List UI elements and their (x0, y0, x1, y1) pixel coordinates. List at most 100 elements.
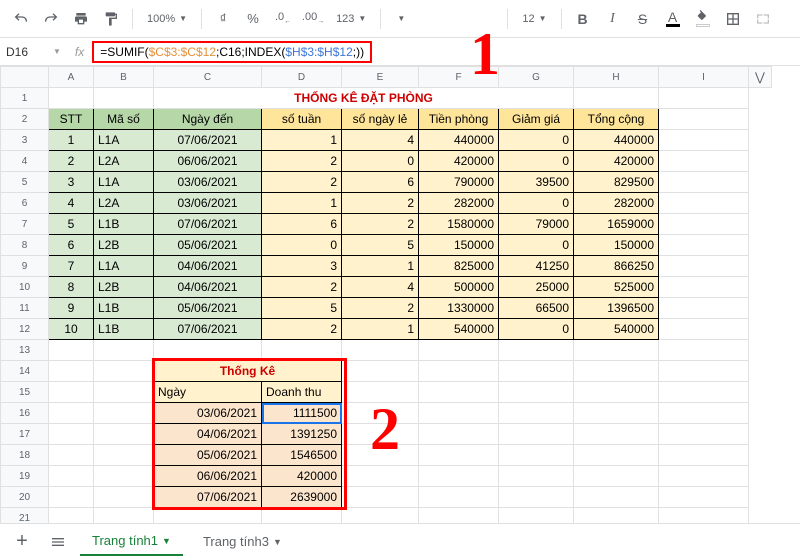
row-header[interactable]: 14 (1, 361, 49, 382)
paint-format-button[interactable] (98, 6, 124, 32)
cell[interactable]: 500000 (419, 277, 499, 298)
cell[interactable]: 2 (342, 193, 419, 214)
cell[interactable]: 2 (342, 298, 419, 319)
row-header[interactable]: 19 (1, 466, 49, 487)
cell[interactable]: 0 (499, 235, 574, 256)
cell[interactable]: 3 (49, 172, 94, 193)
header-cell[interactable]: Tổng cộng (574, 109, 659, 130)
cell[interactable]: 282000 (574, 193, 659, 214)
cell[interactable]: 1580000 (419, 214, 499, 235)
strikethrough-button[interactable]: S (630, 6, 656, 32)
title-cell[interactable]: THỐNG KÊ ĐẶT PHÒNG (154, 88, 574, 109)
header-cell[interactable]: Mã số (94, 109, 154, 130)
row-header[interactable]: 15 (1, 382, 49, 403)
cell[interactable]: 525000 (574, 277, 659, 298)
tk-cell[interactable]: 2639000 (262, 487, 342, 508)
tk-cell[interactable]: 06/06/2021 (154, 466, 262, 487)
cell[interactable]: 4 (342, 277, 419, 298)
cell[interactable]: 0 (499, 319, 574, 340)
cell[interactable]: 1 (49, 130, 94, 151)
all-sheets-button[interactable] (44, 528, 72, 556)
cell[interactable]: 05/06/2021 (154, 235, 262, 256)
decrease-decimal-button[interactable]: .0← (270, 6, 296, 32)
cell[interactable]: 150000 (419, 235, 499, 256)
row-header[interactable]: 13 (1, 340, 49, 361)
spreadsheet-grid[interactable]: A B C D E F G H I ⋁ 1THỐNG KÊ ĐẶT PHÒNG … (0, 66, 800, 526)
cell[interactable]: 5 (342, 235, 419, 256)
cell[interactable]: 6 (262, 214, 342, 235)
cell[interactable]: 440000 (419, 130, 499, 151)
cell[interactable]: 8 (49, 277, 94, 298)
cell[interactable]: 9 (49, 298, 94, 319)
cell[interactable]: L2B (94, 277, 154, 298)
cell[interactable]: 79000 (499, 214, 574, 235)
header-cell[interactable]: Tiền phòng (419, 109, 499, 130)
cell[interactable]: 7 (49, 256, 94, 277)
tk-cell[interactable]: 04/06/2021 (154, 424, 262, 445)
fill-color-button[interactable] (690, 6, 716, 32)
cell[interactable]: 420000 (574, 151, 659, 172)
cell[interactable]: 1659000 (574, 214, 659, 235)
cell[interactable]: 2 (342, 214, 419, 235)
cell[interactable]: 1 (262, 193, 342, 214)
header-cell[interactable]: Giảm giá (499, 109, 574, 130)
name-box[interactable]: D16 (0, 45, 47, 59)
cell[interactable]: L1A (94, 130, 154, 151)
italic-button[interactable]: I (600, 6, 626, 32)
row-header[interactable]: 20 (1, 487, 49, 508)
cell[interactable]: 0 (499, 151, 574, 172)
cell[interactable]: L1B (94, 298, 154, 319)
cell[interactable]: 66500 (499, 298, 574, 319)
cell[interactable]: 825000 (419, 256, 499, 277)
header-cell[interactable]: STT (49, 109, 94, 130)
cell[interactable]: 1330000 (419, 298, 499, 319)
tk-header-cell[interactable]: Ngày (154, 382, 262, 403)
cell[interactable]: 1 (342, 319, 419, 340)
row-header[interactable]: 12 (1, 319, 49, 340)
cell[interactable]: L2A (94, 193, 154, 214)
cell[interactable]: 440000 (574, 130, 659, 151)
row-header[interactable]: 4 (1, 151, 49, 172)
add-sheet-button[interactable]: + (8, 528, 36, 556)
tk-header-cell[interactable]: Doanh thu (262, 382, 342, 403)
cell[interactable]: 150000 (574, 235, 659, 256)
cell[interactable]: 2 (262, 277, 342, 298)
cell[interactable]: 04/06/2021 (154, 277, 262, 298)
tk-cell[interactable]: 1391250 (262, 424, 342, 445)
col-header[interactable]: F (419, 67, 499, 88)
cell[interactable]: 5 (262, 298, 342, 319)
merge-button[interactable] (750, 6, 776, 32)
cell[interactable]: 1 (342, 256, 419, 277)
row-header[interactable]: 7 (1, 214, 49, 235)
print-button[interactable] (68, 6, 94, 32)
row-header[interactable]: 6 (1, 193, 49, 214)
sheet-tab-3[interactable]: Trang tính3▼ (191, 528, 294, 555)
font-dropdown[interactable]: ▼ (389, 6, 499, 32)
cell[interactable]: 07/06/2021 (154, 214, 262, 235)
cell[interactable]: 5 (49, 214, 94, 235)
cell[interactable]: 790000 (419, 172, 499, 193)
tk-cell[interactable]: 07/06/2021 (154, 487, 262, 508)
row-header[interactable]: 5 (1, 172, 49, 193)
redo-button[interactable] (38, 6, 64, 32)
bold-button[interactable]: B (570, 6, 596, 32)
cell[interactable]: 0 (499, 130, 574, 151)
col-header[interactable]: B (94, 67, 154, 88)
formula-input[interactable]: =SUMIF($C$3:$C$12;C16;INDEX($H$3:$H$12;)… (92, 41, 372, 63)
col-header[interactable]: H (574, 67, 659, 88)
row-header[interactable]: 17 (1, 424, 49, 445)
cell[interactable]: L1A (94, 172, 154, 193)
row-header[interactable]: 18 (1, 445, 49, 466)
tk-title-cell[interactable]: Thống Kê (154, 361, 342, 382)
cell[interactable]: 4 (49, 193, 94, 214)
cell[interactable]: 39500 (499, 172, 574, 193)
cell[interactable]: 05/06/2021 (154, 298, 262, 319)
cell[interactable]: L1B (94, 319, 154, 340)
row-header[interactable]: 3 (1, 130, 49, 151)
tk-cell[interactable]: 420000 (262, 466, 342, 487)
row-header[interactable]: 16 (1, 403, 49, 424)
cell[interactable]: 07/06/2021 (154, 130, 262, 151)
cell[interactable]: 03/06/2021 (154, 193, 262, 214)
cell[interactable]: 0 (342, 151, 419, 172)
cell[interactable]: 6 (49, 235, 94, 256)
